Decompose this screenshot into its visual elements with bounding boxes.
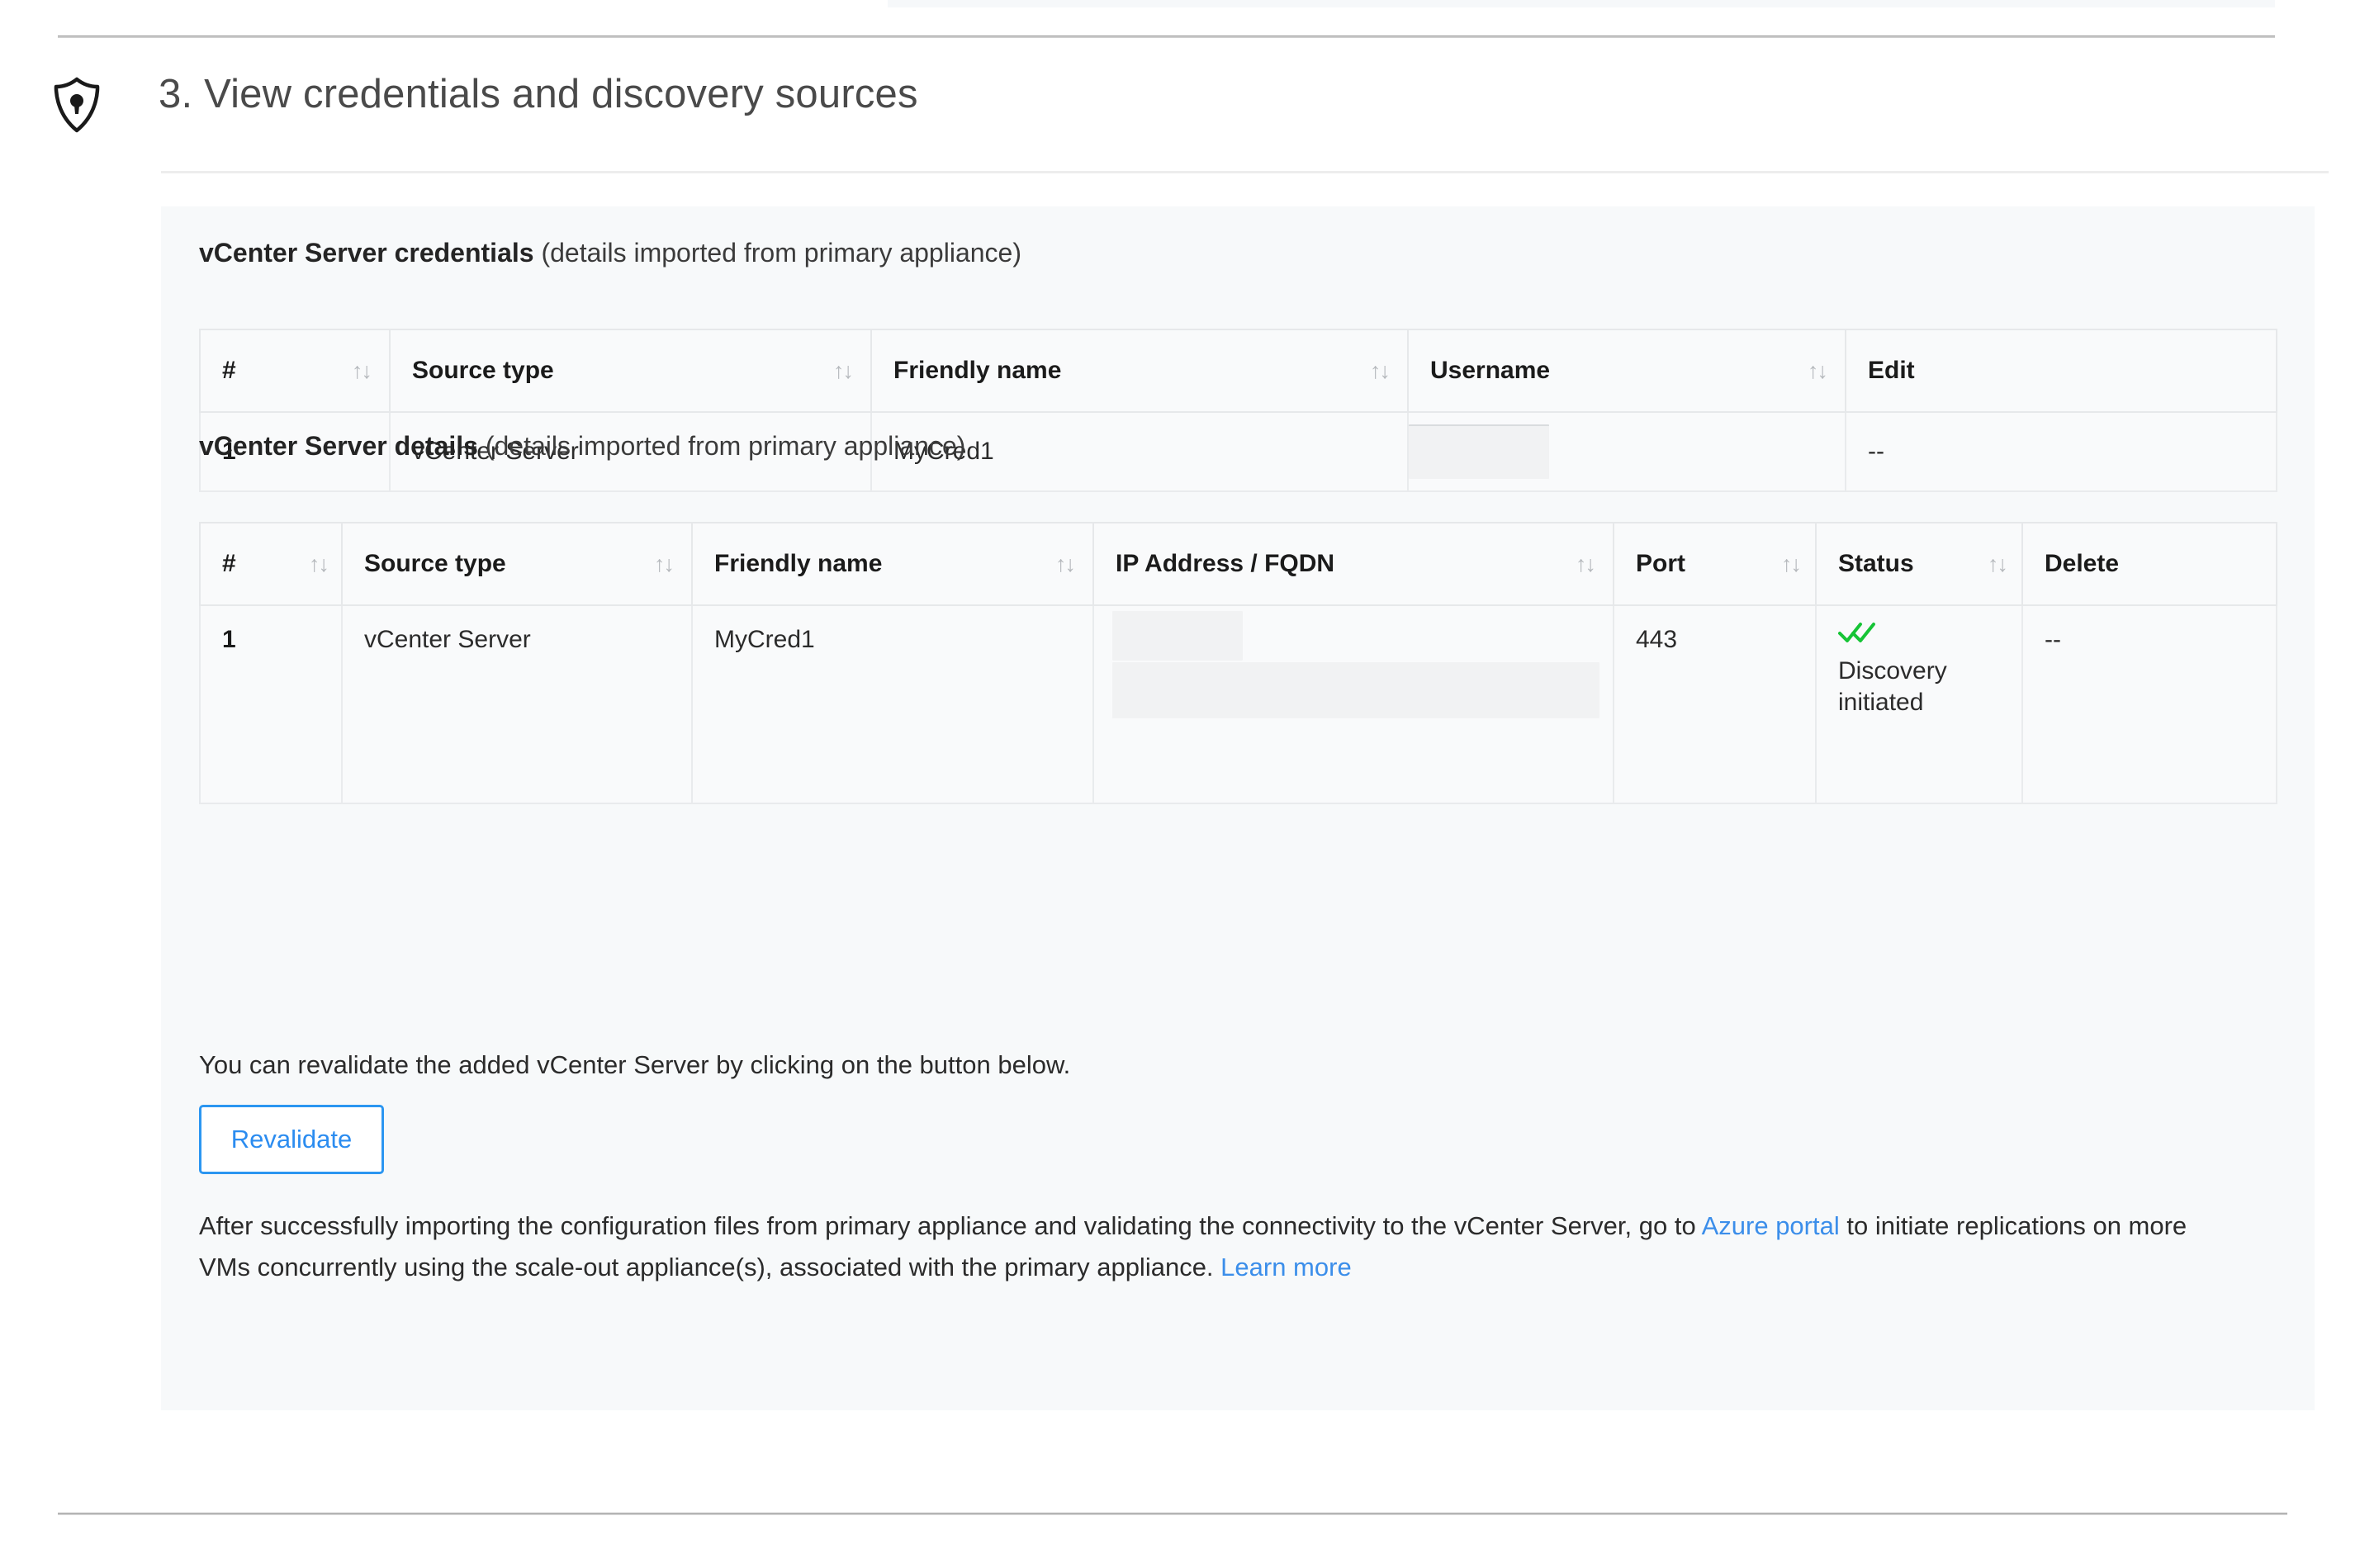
details-table: # ↑↓ Source type ↑↓ Friendly name ↑↓ IP … (199, 522, 2277, 804)
cell-delete: -- (2021, 604, 2277, 804)
double-check-icon (1838, 621, 1876, 644)
cell-status: Discovery initiated (1815, 604, 2023, 804)
sort-icon[interactable]: ↑↓ (654, 552, 675, 576)
redacted-username (1409, 424, 1549, 479)
sort-icon[interactable]: ↑↓ (1370, 359, 1391, 382)
table-header-row: # ↑↓ Source type ↑↓ Friendly name (199, 523, 2277, 606)
table-header-row: # ↑↓ Source type ↑↓ Friendly name (199, 329, 2277, 413)
column-header-username[interactable]: Username ↑↓ (1407, 329, 1846, 413)
column-header-source-type[interactable]: Source type ↑↓ (389, 329, 872, 413)
column-header-index[interactable]: # ↑↓ (199, 523, 343, 606)
column-header-port[interactable]: Port ↑↓ (1613, 523, 1817, 606)
table-row: 1 vCenter Server MyCred1 443 Discovery i… (199, 604, 2277, 804)
column-label-source-type: Source type (364, 550, 506, 577)
column-header-friendly-name[interactable]: Friendly name ↑↓ (691, 523, 1094, 606)
sort-icon[interactable]: ↑↓ (1808, 359, 1828, 382)
cell-port: 443 (1613, 604, 1817, 804)
sort-icon[interactable]: ↑↓ (309, 552, 329, 576)
details-title-sub: (details imported from primary appliance… (477, 431, 966, 461)
sort-icon[interactable]: ↑↓ (1576, 552, 1596, 576)
credentials-title-bold: vCenter Server credentials (199, 238, 534, 268)
column-label-friendly-name: Friendly name (714, 550, 883, 577)
revalidate-button[interactable]: Revalidate (199, 1105, 384, 1174)
credentials-table: # ↑↓ Source type ↑↓ Friendly name ↑↓ Use… (199, 329, 2277, 492)
footnote-part-1: After successfully importing the configu… (199, 1211, 1702, 1240)
status-badge: Discovery initiated (1838, 606, 2021, 732)
cell-edit: -- (1845, 411, 2277, 492)
redacted-ip-line2 (1112, 662, 1599, 718)
sort-icon[interactable]: ↑↓ (352, 359, 372, 382)
column-header-friendly-name[interactable]: Friendly name ↑↓ (870, 329, 1409, 413)
sort-icon[interactable]: ↑↓ (1055, 552, 1076, 576)
column-label-ip-address: IP Address / FQDN (1116, 550, 1335, 577)
cell-source-type: vCenter Server (341, 604, 693, 804)
top-divider (58, 36, 2275, 38)
azure-portal-link[interactable]: Azure portal (1702, 1211, 1840, 1240)
redacted-ip-line1 (1112, 611, 1243, 661)
cell-username (1407, 411, 1846, 492)
cell-index: 1 (199, 604, 343, 804)
page-root: 3. View credentials and discovery source… (0, 0, 2360, 1568)
column-label-delete: Delete (2045, 550, 2120, 577)
column-header-source-type[interactable]: Source type ↑↓ (341, 523, 693, 606)
status-text: Discovery initiated (1838, 657, 1947, 716)
cell-friendly-name: MyCred1 (691, 604, 1094, 804)
section-header-divider (161, 171, 2329, 173)
column-label-source-type: Source type (412, 357, 554, 384)
column-header-index[interactable]: # ↑↓ (199, 329, 391, 413)
shield-keyhole-icon (51, 76, 102, 134)
page-title: 3. View credentials and discovery source… (159, 72, 918, 116)
section-header: 3. View credentials and discovery source… (0, 63, 2360, 170)
column-header-edit: Edit (1845, 329, 2277, 413)
sort-icon[interactable]: ↑↓ (1781, 552, 1802, 576)
sort-icon[interactable]: ↑↓ (1988, 552, 2008, 576)
credentials-block-title: vCenter Server credentials (details impo… (199, 238, 1021, 268)
top-panel-edge (888, 0, 2275, 7)
revalidate-hint: You can revalidate the added vCenter Ser… (199, 1050, 1071, 1079)
column-label-friendly-name: Friendly name (893, 357, 1062, 384)
column-label-index: # (222, 550, 236, 577)
column-header-ip-address[interactable]: IP Address / FQDN ↑↓ (1092, 523, 1614, 606)
details-title-bold: vCenter Server details (199, 431, 478, 461)
column-label-index: # (222, 357, 236, 384)
bottom-divider (58, 1513, 2287, 1515)
column-label-username: Username (1430, 357, 1551, 384)
column-label-port: Port (1636, 550, 1685, 577)
column-label-status: Status (1838, 550, 1914, 577)
learn-more-link[interactable]: Learn more (1220, 1253, 1352, 1281)
column-label-edit: Edit (1868, 357, 1915, 384)
column-header-delete: Delete (2021, 523, 2277, 606)
footnote-paragraph: After successfully importing the configu… (199, 1206, 2239, 1288)
credentials-card: vCenter Server credentials (details impo… (161, 206, 2315, 1410)
cell-ip-address (1092, 604, 1614, 804)
credentials-title-sub: (details imported from primary appliance… (533, 238, 1021, 268)
column-header-status[interactable]: Status ↑↓ (1815, 523, 2023, 606)
sort-icon[interactable]: ↑↓ (833, 359, 854, 382)
details-block-title: vCenter Server details (details imported… (199, 431, 965, 462)
